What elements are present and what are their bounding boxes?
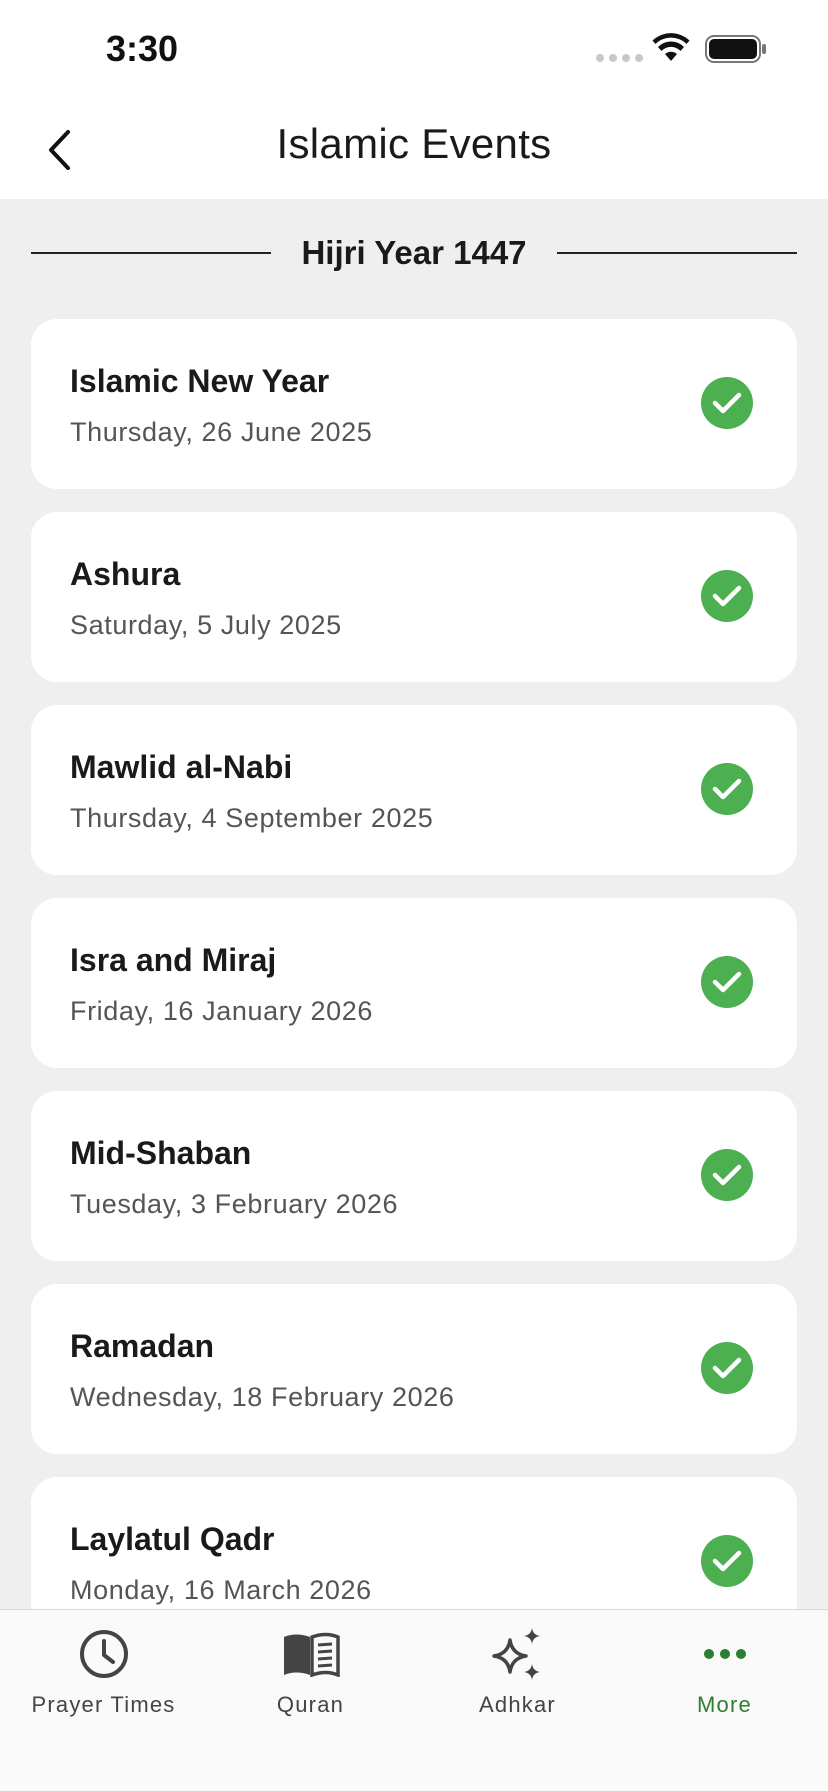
- tab-prayer-times[interactable]: Prayer Times: [0, 1610, 207, 1730]
- book-icon: [283, 1632, 340, 1677]
- event-card[interactable]: Ramadan Wednesday, 18 February 2026: [31, 1284, 797, 1454]
- check-circle-icon: [701, 1535, 753, 1587]
- event-date: Thursday, 26 June 2025: [70, 417, 373, 447]
- event-card[interactable]: Ashura Saturday, 5 July 2025: [31, 512, 797, 682]
- event-card[interactable]: Mid-Shaban Tuesday, 3 February 2026: [31, 1091, 797, 1261]
- events-list: Islamic New Year Thursday, 26 June 2025 …: [31, 319, 797, 1670]
- event-name: Laylatul Qadr: [70, 1521, 275, 1557]
- more-dots-icon: [703, 1649, 746, 1659]
- battery-icon: [705, 35, 766, 63]
- event-card[interactable]: Mawlid al-Nabi Thursday, 4 September 202…: [31, 705, 797, 875]
- status-bar: 3:30: [0, 0, 828, 100]
- event-card[interactable]: Isra and Miraj Friday, 16 January 2026: [31, 898, 797, 1068]
- check-circle-icon: [701, 956, 753, 1008]
- event-date: Saturday, 5 July 2025: [70, 610, 342, 640]
- check-circle-icon: [701, 763, 753, 815]
- event-date: Friday, 16 January 2026: [70, 996, 373, 1026]
- event-date: Tuesday, 3 February 2026: [70, 1189, 399, 1219]
- year-section-header: Hijri Year 1447: [31, 228, 798, 278]
- divider-line-right: [556, 252, 798, 254]
- event-date: Monday, 16 March 2026: [70, 1575, 372, 1605]
- check-circle-icon: [701, 1149, 753, 1201]
- tab-label: More: [697, 1692, 752, 1717]
- bottom-tab-bar: Prayer Times Quran Adhkar More: [0, 1609, 828, 1791]
- tab-quran[interactable]: Quran: [207, 1610, 414, 1730]
- check-circle-icon: [701, 1342, 753, 1394]
- tab-label: Quran: [276, 1692, 345, 1717]
- clock-icon: [79, 1630, 128, 1678]
- event-name: Ashura: [70, 556, 181, 592]
- tab-label: Adhkar: [479, 1692, 556, 1717]
- event-date: Thursday, 4 September 2025: [70, 803, 434, 833]
- cellular-signal-icon: [596, 54, 643, 62]
- tab-more[interactable]: More: [621, 1610, 828, 1730]
- divider-line-left: [31, 252, 272, 254]
- hijri-year-label: Hijri Year 1447: [301, 234, 527, 271]
- event-name: Mawlid al-Nabi: [70, 749, 293, 785]
- tab-label: Prayer Times: [31, 1692, 176, 1717]
- check-circle-icon: [701, 570, 753, 622]
- event-name: Ramadan: [70, 1328, 215, 1364]
- navigation-bar: Islamic Events: [0, 100, 828, 199]
- tab-adhkar[interactable]: Adhkar: [414, 1610, 621, 1730]
- wifi-icon: [652, 33, 690, 61]
- page-title: Islamic Events: [276, 120, 552, 167]
- status-time: 3:30: [106, 28, 179, 69]
- event-card[interactable]: Islamic New Year Thursday, 26 June 2025: [31, 319, 797, 489]
- event-name: Mid-Shaban: [70, 1135, 252, 1171]
- event-name: Isra and Miraj: [70, 942, 277, 978]
- sparkles-icon: [491, 1628, 540, 1680]
- check-circle-icon: [701, 377, 753, 429]
- event-name: Islamic New Year: [70, 363, 330, 399]
- event-date: Wednesday, 18 February 2026: [70, 1382, 455, 1412]
